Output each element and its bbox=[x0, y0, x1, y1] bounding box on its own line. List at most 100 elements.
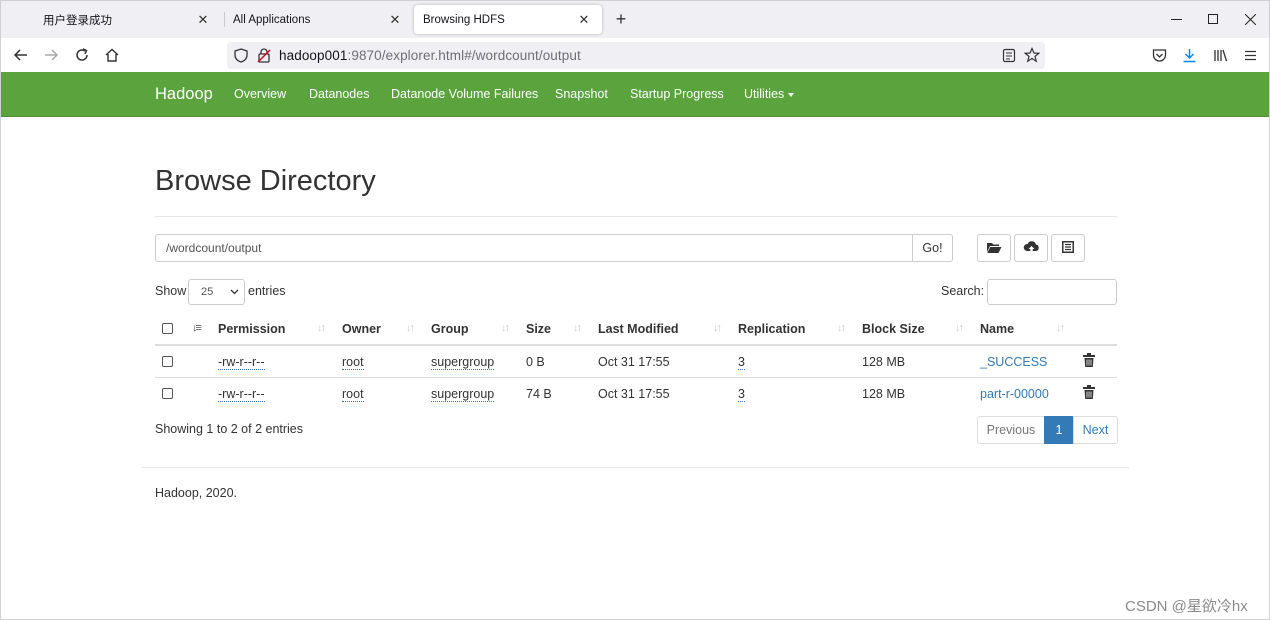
column-header-replication[interactable]: Replication bbox=[738, 322, 805, 336]
cloud-upload-icon bbox=[1023, 240, 1040, 257]
bookmark-star-icon[interactable] bbox=[1023, 47, 1041, 66]
library-icon[interactable] bbox=[1211, 46, 1229, 64]
column-header-owner[interactable]: Owner bbox=[342, 322, 381, 336]
select-all-checkbox[interactable] bbox=[162, 323, 173, 334]
directory-path-input[interactable]: /wordcount/output bbox=[155, 234, 913, 262]
hadoop-brand-link[interactable]: Hadoop bbox=[155, 85, 213, 104]
upload-file-button[interactable] bbox=[1014, 234, 1048, 262]
nav-utilities-dropdown[interactable]: Utilities bbox=[744, 87, 795, 101]
pagination: Previous 1 Next bbox=[977, 416, 1118, 444]
nav-overview[interactable]: Overview bbox=[234, 87, 286, 101]
window-close-icon[interactable] bbox=[1241, 10, 1259, 28]
size-cell: 74 B bbox=[526, 387, 552, 401]
column-header-group[interactable]: Group bbox=[431, 322, 469, 336]
download-icon[interactable] bbox=[1180, 46, 1198, 64]
footer-divider bbox=[142, 467, 1129, 468]
column-header-last-modified[interactable]: Last Modified bbox=[598, 322, 679, 336]
nav-snapshot[interactable]: Snapshot bbox=[555, 87, 608, 101]
browser-tab[interactable]: All Applications ✕ bbox=[213, 5, 413, 34]
close-tab-icon[interactable]: ✕ bbox=[576, 12, 592, 28]
block-size-cell: 128 MB bbox=[862, 387, 906, 401]
sort-icon[interactable]: ↓↑ bbox=[837, 322, 846, 334]
column-header-name[interactable]: Name bbox=[980, 322, 1014, 336]
sort-icon[interactable]: ↓↑ bbox=[501, 322, 510, 334]
reader-view-icon[interactable] bbox=[1002, 48, 1016, 66]
url-bar[interactable]: hadoop001:9870/explorer.html#/wordcount/… bbox=[227, 42, 1045, 69]
new-tab-icon[interactable]: + bbox=[611, 10, 631, 30]
home-icon[interactable] bbox=[103, 46, 121, 64]
file-name-link[interactable]: part-r-00000 bbox=[980, 387, 1049, 401]
entries-label: entries bbox=[248, 284, 286, 298]
owner-cell[interactable]: root bbox=[342, 355, 364, 370]
sort-icon[interactable]: ↓↑ bbox=[317, 322, 326, 334]
divider bbox=[155, 216, 1117, 217]
replication-cell[interactable]: 3 bbox=[738, 355, 745, 370]
page-title: Browse Directory bbox=[155, 165, 376, 197]
group-cell[interactable]: supergroup bbox=[431, 355, 495, 370]
tab-title: Browsing HDFS bbox=[423, 13, 505, 26]
sort-icon[interactable]: ↓↑ bbox=[1056, 322, 1065, 334]
browser-tab-active[interactable]: Browsing HDFS ✕ bbox=[414, 5, 602, 34]
search-input[interactable] bbox=[987, 279, 1117, 305]
pocket-icon[interactable] bbox=[1150, 46, 1168, 64]
shield-icon[interactable] bbox=[234, 48, 248, 66]
column-header-size[interactable]: Size bbox=[526, 322, 551, 336]
permission-cell[interactable]: -rw-r--r-- bbox=[218, 387, 265, 402]
go-button[interactable]: Go! bbox=[912, 234, 953, 262]
table-info-text: Showing 1 to 2 of 2 entries bbox=[155, 422, 304, 436]
maximize-icon[interactable] bbox=[1204, 10, 1222, 28]
back-icon[interactable] bbox=[12, 46, 30, 64]
footer-text: Hadoop, 2020. bbox=[155, 486, 238, 500]
column-header-block-size[interactable]: Block Size bbox=[862, 322, 925, 336]
forward-icon[interactable] bbox=[42, 46, 60, 64]
sort-icon[interactable]: ↓↑ bbox=[713, 322, 722, 334]
row-checkbox[interactable] bbox=[162, 388, 173, 399]
replication-cell[interactable]: 3 bbox=[738, 387, 745, 402]
block-size-cell: 128 MB bbox=[862, 355, 906, 369]
close-tab-icon[interactable]: ✕ bbox=[387, 12, 403, 28]
row-checkbox[interactable] bbox=[162, 356, 173, 367]
file-name-link[interactable]: _SUCCESS bbox=[980, 355, 1047, 369]
tab-title: All Applications bbox=[233, 13, 311, 26]
page-1-button[interactable]: 1 bbox=[1044, 416, 1074, 444]
reload-icon[interactable] bbox=[73, 46, 91, 64]
nav-datanodes[interactable]: Datanodes bbox=[309, 87, 369, 101]
browser-toolbar: hadoop001:9870/explorer.html#/wordcount/… bbox=[1, 38, 1269, 72]
url-text[interactable]: hadoop001:9870/explorer.html#/wordcount/… bbox=[279, 48, 581, 63]
sort-ascending-icon[interactable]: ↓≡ bbox=[192, 322, 202, 334]
watermark: CSDN @星欲冷hx bbox=[1125, 598, 1248, 615]
next-page-button[interactable]: Next bbox=[1073, 416, 1118, 444]
trash-icon[interactable] bbox=[1083, 353, 1095, 370]
sort-icon[interactable]: ↓↑ bbox=[406, 322, 415, 334]
sort-icon[interactable]: ↓↑ bbox=[955, 322, 964, 334]
show-label: Show bbox=[155, 284, 187, 298]
chevron-down-icon bbox=[230, 287, 239, 299]
nav-startup-progress[interactable]: Startup Progress bbox=[630, 87, 724, 101]
file-table: ↓≡ Permission ↓↑ Owner ↓↑ Group ↓↑ Size … bbox=[155, 313, 1117, 410]
url-host: hadoop001 bbox=[279, 48, 348, 63]
list-alt-icon bbox=[1061, 240, 1075, 257]
create-directory-button[interactable] bbox=[977, 234, 1011, 262]
table-row: -rw-r--r-- root supergroup 74 B Oct 31 1… bbox=[155, 378, 1117, 410]
menu-icon[interactable] bbox=[1241, 46, 1259, 64]
cut-paste-button[interactable] bbox=[1051, 234, 1085, 262]
owner-cell[interactable]: root bbox=[342, 387, 364, 402]
group-cell[interactable]: supergroup bbox=[431, 387, 495, 402]
browser-tab[interactable]: 用户登录成功 ✕ bbox=[21, 5, 221, 34]
column-header-permission[interactable]: Permission bbox=[218, 322, 285, 336]
previous-page-button[interactable]: Previous bbox=[977, 416, 1045, 444]
last-modified-cell: Oct 31 17:55 bbox=[598, 355, 670, 369]
folder-open-icon bbox=[986, 240, 1002, 257]
entries-per-page-select[interactable]: 25 bbox=[188, 279, 245, 305]
size-cell: 0 B bbox=[526, 355, 545, 369]
sort-icon[interactable]: ↓↑ bbox=[573, 322, 582, 334]
minimize-icon[interactable] bbox=[1167, 10, 1185, 28]
permission-cell[interactable]: -rw-r--r-- bbox=[218, 355, 265, 370]
url-path: :9870/explorer.html#/wordcount/output bbox=[347, 48, 581, 63]
table-row: -rw-r--r-- root supergroup 0 B Oct 31 17… bbox=[155, 346, 1117, 378]
close-tab-icon[interactable]: ✕ bbox=[195, 12, 211, 28]
table-header-row: ↓≡ Permission ↓↑ Owner ↓↑ Group ↓↑ Size … bbox=[155, 313, 1117, 346]
trash-icon[interactable] bbox=[1083, 385, 1095, 402]
insecure-lock-icon[interactable] bbox=[257, 48, 271, 66]
nav-datanode-volume-failures[interactable]: Datanode Volume Failures bbox=[391, 87, 538, 101]
